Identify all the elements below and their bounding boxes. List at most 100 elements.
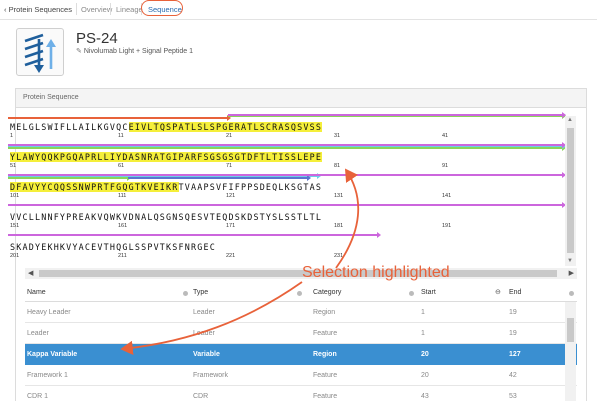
column-menu-icon[interactable] [569,291,574,296]
residue-number: 101 [10,193,20,199]
tab-divider [76,3,77,15]
sequence-vertical-scrollbar[interactable]: ▲ ▼ [565,116,576,266]
residue-numbers: 1 11 21 31 41 [10,133,565,141]
tab-bar: ‹ Protein Sequences Overview Lineage Seq… [0,0,597,20]
subtitle-text: Nivolumab Light + Signal Peptide 1 [83,48,194,55]
cell-type: Leader [193,330,215,337]
residues[interactable]: VVCLLNNFYPREAKVQWKVDNALQSGNSQESVTEQDSKDS… [10,212,322,222]
scroll-left-icon[interactable]: ◀ [28,269,33,277]
highlighted-residues[interactable]: EIVLTQSPATLSLSPGERATLSCRASQSVSS [128,122,323,132]
residue-number: 151 [10,223,20,229]
cell-category: Region [313,309,336,316]
residue-number: 81 [334,163,341,169]
feature-arrow[interactable] [128,175,311,181]
scroll-thumb[interactable] [567,128,574,253]
sort-icon[interactable]: ⊖ [495,288,501,296]
residue-number: 61 [118,163,125,169]
cell-end: 127 [509,351,521,358]
feature-arrow[interactable] [8,145,566,151]
table-row[interactable]: Kappa Variable Variable Region 20 127 [25,344,577,365]
residue-number: 91 [442,163,449,169]
highlighted-residues[interactable]: YLAWYQQKPGQAPRLLIYDASNRATGIPARFSGSGSGTDF… [10,152,323,162]
grid-vertical-scrollbar[interactable] [565,302,576,401]
feature-arrow[interactable] [228,112,566,118]
cell-category: Feature [313,330,338,337]
sequence-line[interactable]: MELGLSWIFLLAILKGVQCEIVLTQSPATLSLSPGERATL… [8,112,566,141]
cell-name: Framework 1 [27,372,68,379]
residues[interactable]: MELGLSWIFLLAILKGVQC [10,122,129,132]
grid-header: Name Type Category Start ⊖ End [25,284,577,302]
residue-numbers: 51 61 71 81 91 [10,163,565,171]
sequence-line[interactable]: DFAVYYCQQSSNWPRTFGQGTKVEIKRTVAAPSVFIFPPS… [8,172,566,200]
feature-arrow[interactable] [8,172,566,178]
column-menu-icon[interactable] [297,291,302,296]
cell-category: Region [313,351,337,358]
edit-pencil-icon[interactable]: ✎ [76,48,82,55]
column-header-category[interactable]: Category [313,289,341,296]
cell-end: 42 [509,372,517,379]
tab-overview[interactable]: Overview [81,5,112,14]
scroll-right-icon[interactable]: ▶ [569,269,574,277]
residue-number: 51 [10,163,17,169]
residue-number: 161 [118,223,128,229]
residue-number: 121 [226,193,236,199]
cell-type: Variable [193,351,220,358]
column-menu-icon[interactable] [409,291,414,296]
tab-lineage[interactable]: Lineage [116,5,143,14]
residue-numbers: 201 211 221 231 [10,253,565,261]
residues[interactable]: SKADYEKHKVYACEVTHQGLSSPVTKSFNRGEC [10,242,216,252]
tab-divider [110,3,111,15]
residue-number: 1 [10,133,14,139]
residue-number: 41 [442,133,449,139]
residue-number: 191 [442,223,452,229]
scroll-thumb[interactable] [39,270,557,277]
column-header-start[interactable]: Start [421,289,436,296]
cell-type: Leader [193,309,215,316]
cell-end: 19 [509,309,517,316]
sequence-letters[interactable]: DFAVYYCQQSSNWPRTFGQGTKVEIKRTVAAPSVFIFPPS… [10,182,322,192]
residue-number: 21 [226,133,233,139]
cell-category: Feature [313,393,338,400]
feature-arrow[interactable] [8,142,566,148]
column-header-name[interactable]: Name [27,289,46,296]
table-row[interactable]: CDR 1 CDR Feature 43 53 [25,386,577,401]
cell-start: 43 [421,393,429,400]
feature-arrow[interactable] [8,175,131,181]
sequence-viewer[interactable]: MELGLSWIFLLAILKGVQCEIVLTQSPATLSLSPGERATL… [8,112,566,264]
scroll-down-icon[interactable]: ▼ [567,258,573,264]
cell-start: 20 [421,372,429,379]
sequence-letters[interactable]: MELGLSWIFLLAILKGVQCEIVLTQSPATLSLSPGERATL… [10,122,323,132]
residue-numbers: 151 161 171 181 191 [10,223,565,231]
column-menu-icon[interactable] [183,291,188,296]
scroll-up-icon[interactable]: ▲ [567,117,573,123]
sequence-letters[interactable]: VVCLLNNFYPREAKVQWKVDNALQSGNSQESVTEQDSKDS… [10,212,322,222]
table-row[interactable]: Heavy Leader Leader Region 1 19 [25,302,577,323]
cell-end: 19 [509,330,517,337]
residue-number: 111 [118,193,127,199]
cell-category: Feature [313,372,338,379]
sequence-line[interactable]: SKADYEKHKVYACEVTHQGLSSPVTKSFNRGEC 201 211 2… [8,232,565,261]
feature-arrow[interactable] [8,202,566,208]
sequence-horizontal-scrollbar[interactable]: ◀ ▶ [25,268,577,279]
residue-number: 131 [334,193,344,199]
page-subtitle: ✎ Nivolumab Light + Signal Peptide 1 [76,47,193,55]
table-row[interactable]: Leader Leader Feature 1 19 [25,323,577,344]
sequence-line[interactable]: YLAWYQQKPGQAPRLLIYDASNRATGIPARFSGSGSGTDF… [8,142,566,171]
column-header-end[interactable]: End [509,289,521,296]
residues[interactable]: TVAAPSVFIFPPSDEQLKSGTAS [179,182,323,192]
sequence-line[interactable]: VVCLLNNFYPREAKVQWKVDNALQSGNSQESVTEQDSKDS… [8,202,566,231]
column-header-type[interactable]: Type [193,289,208,296]
table-row[interactable]: Framework 1 Framework Feature 20 42 [25,365,577,386]
highlighted-residues[interactable]: DFAVYYCQQSSNWPRTFGQGTKVEIKR [10,182,179,192]
panel-title: Protein Sequence [16,89,586,108]
back-to-protein-sequences-link[interactable]: ‹ Protein Sequences [4,5,72,14]
residue-number: 231 [334,253,344,259]
feature-arrow[interactable] [8,115,231,121]
sequence-letters[interactable]: SKADYEKHKVYACEVTHQGLSSPVTKSFNRGEC [10,242,216,252]
feature-arrow[interactable] [8,232,381,238]
annotation-callout: Selection highlighted [302,264,450,281]
cell-type: Framework [193,372,229,379]
scroll-thumb[interactable] [567,318,574,342]
sequence-letters[interactable]: YLAWYQQKPGQAPRLLIYDASNRATGIPARFSGSGSGTDF… [10,152,323,162]
residue-number: 31 [334,133,341,139]
